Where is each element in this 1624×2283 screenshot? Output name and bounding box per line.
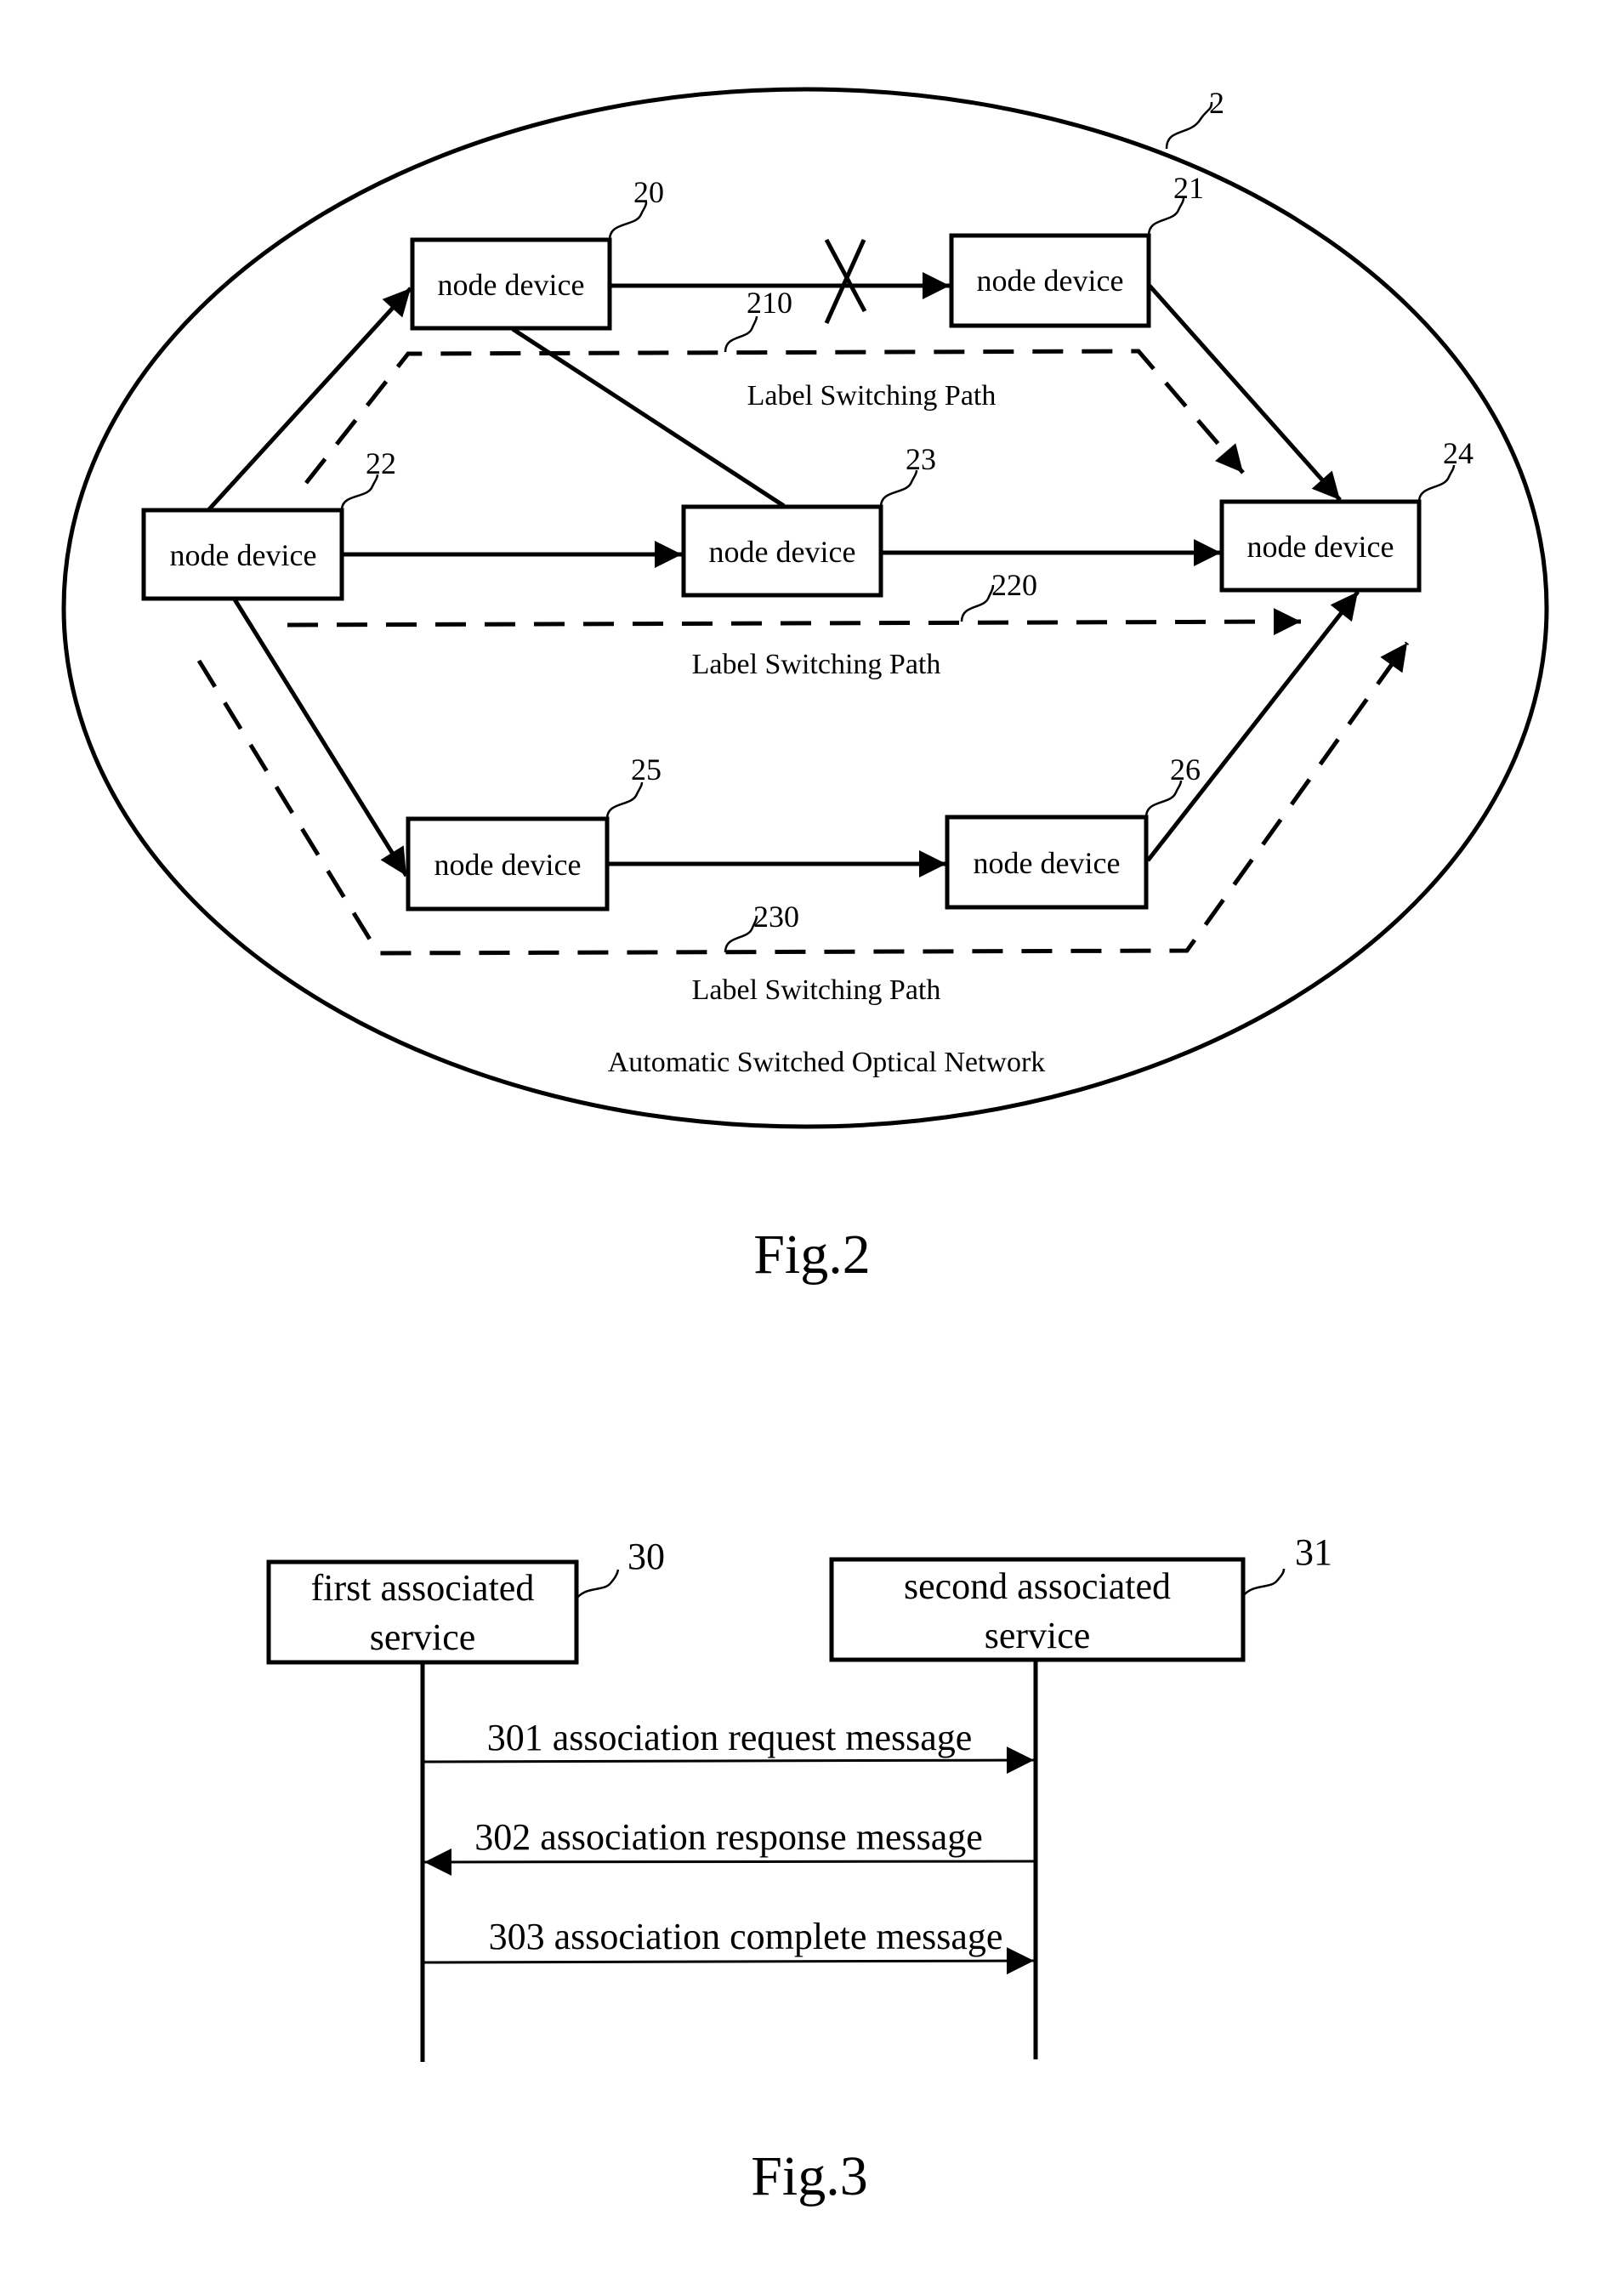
lsp-210-path	[304, 349, 1245, 485]
figure-2: 2 210 Label Switching Path 220 Label Swi…	[61, 86, 1549, 1286]
message-301: 301 association request message	[423, 1717, 1035, 1775]
message-303-arrow	[423, 1947, 1035, 1975]
message-302-arrow	[423, 1848, 1035, 1876]
link-failure-x-icon	[824, 238, 867, 325]
lsp-220-ref: 220	[991, 568, 1037, 602]
message-301-label: 301 association request message	[487, 1717, 973, 1758]
participant-second-associated-service: second associated service 31	[829, 1531, 1332, 2059]
message-302-label: 302 association response message	[474, 1816, 983, 1858]
node-20-label: node device	[438, 268, 585, 302]
lsp-230-ref: 230	[753, 900, 799, 934]
message-302: 302 association response message	[423, 1816, 1035, 1876]
network-ref-leader	[1165, 101, 1213, 150]
figure-2-caption: Fig.2	[753, 1224, 871, 1286]
lsp-210-label: Label Switching Path	[747, 380, 997, 412]
participant-30-line2: service	[370, 1616, 476, 1658]
node-25-label: node device	[434, 848, 582, 882]
node-23-label: node device	[709, 535, 856, 569]
participant-31-line2: service	[985, 1615, 1091, 1656]
link-26-to-24	[1146, 590, 1360, 862]
network-name-label: Automatic Switched Optical Network	[608, 1047, 1046, 1078]
patent-drawing-sheet: 2 210 Label Switching Path 220 Label Swi…	[61, 86, 1549, 2207]
node-25-leader	[605, 781, 644, 820]
lsp-220-leader	[960, 584, 995, 622]
label-switching-paths: 210 Label Switching Path 220 Label Switc…	[196, 286, 1410, 1006]
participant-31-line1: second associated	[904, 1565, 1171, 1607]
node-24-label: node device	[1247, 530, 1394, 564]
node-20: node device 20	[410, 175, 664, 331]
figure-3-caption: Fig.3	[751, 2145, 868, 2207]
node-26: node device 26	[945, 752, 1201, 910]
lsp-220-label: Label Switching Path	[692, 649, 941, 680]
lsp-230-label: Label Switching Path	[692, 974, 941, 1006]
link-21-to-24	[1148, 284, 1342, 502]
node-21-label: node device	[977, 264, 1124, 298]
participant-31-ref: 31	[1295, 1531, 1332, 1573]
node-25: node device 25	[406, 752, 662, 911]
network-boundary-ellipse	[61, 87, 1549, 1129]
lsp-230-leader	[724, 915, 758, 953]
node-24: node device 24	[1219, 436, 1474, 593]
node-24-ref: 24	[1443, 436, 1474, 470]
node-25-ref: 25	[631, 752, 662, 787]
node-23-ref: 23	[906, 442, 936, 476]
node-22: node device 22	[141, 446, 396, 601]
lsp-210-ref: 210	[747, 286, 792, 320]
participant-30-line1: first associated	[311, 1567, 535, 1609]
participant-31-leader	[1242, 1568, 1286, 1597]
lsp-220-path	[287, 608, 1302, 636]
node-21-ref: 21	[1173, 171, 1204, 205]
message-303-label: 303 association complete message	[489, 1916, 1003, 1957]
node-24-leader	[1417, 464, 1456, 503]
lsp-210-leader	[724, 315, 758, 353]
network-ref-label: 2	[1209, 86, 1224, 120]
figure-3: first associated service 30 second assoc…	[266, 1531, 1332, 2207]
participant-30-leader	[576, 1569, 620, 1599]
node-22-label: node device	[170, 538, 317, 572]
lsp-230-path	[196, 641, 1410, 956]
participant-first-associated-service: first associated service 30	[266, 1536, 665, 2062]
node-26-ref: 26	[1170, 752, 1201, 787]
node-26-label: node device	[974, 846, 1121, 880]
participant-30-ref: 30	[627, 1536, 665, 1577]
link-20-to-23	[511, 327, 786, 508]
message-301-arrow	[423, 1746, 1035, 1775]
message-303: 303 association complete message	[423, 1916, 1035, 1975]
link-22-to-25	[232, 598, 409, 877]
node-22-ref: 22	[366, 446, 396, 480]
node-20-ref: 20	[633, 175, 664, 209]
